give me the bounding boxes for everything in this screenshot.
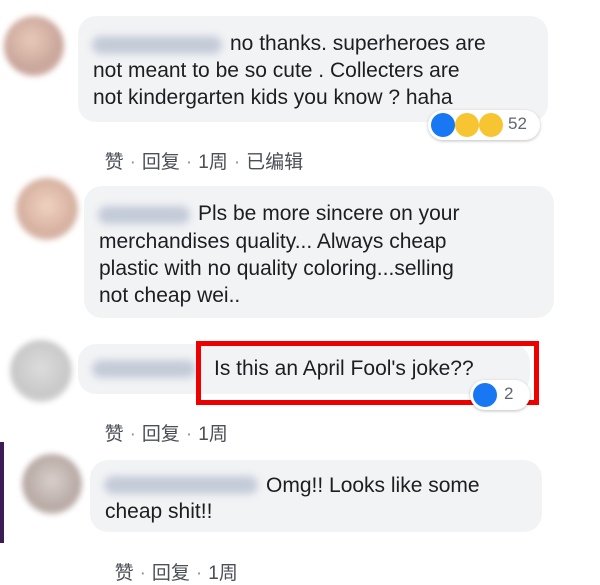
commenter-name[interactable]: [98, 206, 190, 224]
separator-dot: ·: [195, 563, 203, 584]
haha-icon: [455, 113, 479, 137]
like-icon: [431, 113, 455, 137]
separator-dot: ·: [129, 424, 136, 445]
timestamp[interactable]: 1周: [208, 563, 238, 584]
comment-text-line: not meant to be so cute . Collecters are: [93, 59, 460, 82]
commenter-name[interactable]: [92, 36, 222, 54]
comment-actions: 赞 · 回复 · 1周: [94, 397, 228, 446]
avatar[interactable]: [4, 16, 64, 76]
comment-text-line: not cheap wei..: [99, 284, 241, 307]
commenter-name[interactable]: [104, 476, 258, 494]
comment-text-line: no thanks. superheroes are: [230, 32, 486, 55]
reply-link[interactable]: 回复: [142, 152, 180, 173]
like-icon: [473, 383, 497, 407]
comment-text-line: Omg!! Looks like some: [266, 474, 480, 497]
separator-dot: ·: [233, 152, 241, 173]
comment-text-line: not kindergarten kids you know ? haha: [93, 86, 453, 109]
separator-dot: ·: [185, 152, 193, 173]
wow-icon: [479, 113, 503, 137]
separator-dot: ·: [139, 563, 146, 584]
reaction-count: 52: [508, 114, 527, 133]
timestamp[interactable]: 1周: [198, 424, 228, 445]
separator-dot: ·: [129, 152, 136, 173]
reaction-count: 2: [504, 384, 514, 403]
like-link[interactable]: 赞: [105, 152, 124, 173]
avatar[interactable]: [10, 340, 72, 402]
avatar[interactable]: [22, 454, 82, 514]
edited-label[interactable]: 已编辑: [246, 152, 303, 173]
comment-text-line: Pls be more sincere on your: [198, 202, 460, 225]
commenter-name[interactable]: [92, 360, 196, 378]
like-link[interactable]: 赞: [115, 563, 134, 584]
like-link[interactable]: 赞: [105, 424, 124, 445]
avatar[interactable]: [16, 178, 78, 240]
comment-actions: 赞 · 回复 · 1周: [104, 536, 238, 585]
timestamp[interactable]: 1周: [198, 152, 228, 173]
comment-text-line: plastic with no quality coloring...selli…: [99, 257, 454, 280]
comment-actions: 赞 · 回复 · 1周 · 已编辑: [94, 125, 304, 174]
comment-text-line: merchandises quality... Always cheap: [99, 230, 447, 253]
reply-link[interactable]: 回复: [152, 563, 190, 584]
side-bar: [0, 442, 4, 543]
reactions-summary[interactable]: 2: [470, 380, 530, 410]
separator-dot: ·: [185, 424, 193, 445]
comment-text-line: cheap shit!!: [105, 500, 213, 523]
reply-link[interactable]: 回复: [142, 424, 180, 445]
reactions-summary[interactable]: 52: [428, 110, 540, 140]
